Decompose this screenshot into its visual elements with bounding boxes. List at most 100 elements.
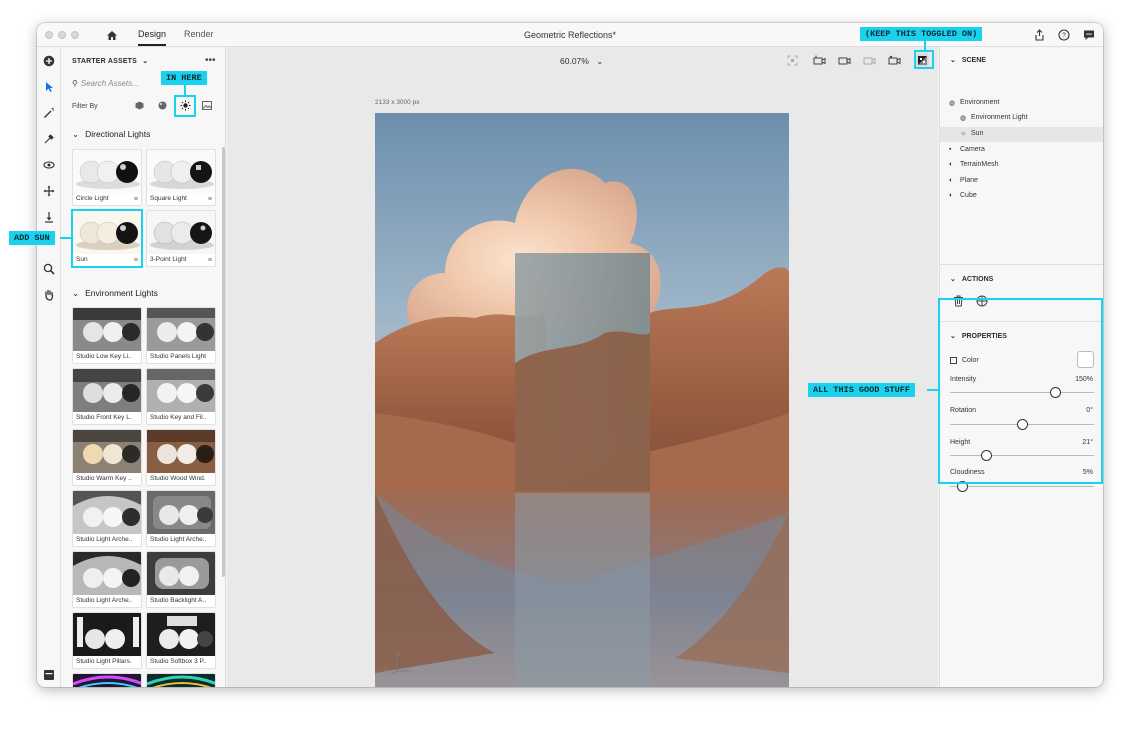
eyedropper-icon[interactable] — [41, 131, 57, 147]
callout-highlight-sun — [71, 209, 143, 268]
section-directional-lights[interactable]: ⌄ Directional Lights — [72, 129, 150, 140]
magic-wand-icon[interactable] — [41, 105, 57, 121]
axis-y-label: Y — [396, 653, 400, 659]
share-icon[interactable] — [1032, 28, 1046, 42]
frame-icon[interactable] — [785, 53, 799, 67]
tile-label: Studio Front Key L... — [76, 414, 132, 421]
search-placeholder: Search Assets... — [80, 79, 139, 88]
section-environment-lights[interactable]: ⌄ Environment Lights — [72, 288, 158, 299]
canvas-dimensions: 2133 x 3000 px — [375, 99, 420, 106]
move-tool-icon[interactable] — [41, 183, 57, 199]
tile-label: Studio Low Key Li... — [76, 353, 132, 360]
cloudiness-slider[interactable] — [950, 481, 1094, 492]
zoom-tool-icon[interactable] — [41, 261, 57, 277]
square-light-thumbnail — [147, 150, 215, 193]
chevron-down-icon: ⌄ — [950, 57, 956, 64]
environment-light-thumbnail — [73, 674, 141, 687]
filter-materials-icon[interactable] — [156, 99, 169, 112]
environment-light-thumbnail — [147, 430, 215, 473]
adjust-icon[interactable]: ≡ — [208, 196, 212, 203]
select-tool-icon[interactable] — [41, 79, 57, 95]
assets-scrollbar[interactable] — [222, 147, 225, 577]
more-options-icon[interactable]: ••• — [205, 55, 216, 66]
tile-label: Studio Key and Fil... — [150, 414, 206, 421]
asset-tile-env-partial[interactable] — [146, 673, 216, 687]
asset-tile-env[interactable]: Studio Front Key L... — [72, 368, 142, 425]
asset-tile-env[interactable]: Studio Panels Light — [146, 307, 216, 364]
scene-item-plane[interactable]: ◐ Plane — [940, 174, 1103, 189]
divider — [940, 264, 1103, 265]
filter-models-icon[interactable] — [133, 99, 146, 112]
mesh-icon: ◐ — [949, 192, 954, 199]
starter-assets-panel: STARTER ASSETS ⌄ ••• ⚲ Search Assets... F… — [62, 47, 226, 687]
adjust-icon[interactable]: ≡ — [134, 196, 138, 203]
globe-icon: ◍ — [949, 100, 956, 107]
environment-light-thumbnail — [73, 308, 141, 351]
help-icon[interactable]: ? — [1057, 28, 1071, 42]
section-title: Directional Lights — [85, 129, 151, 139]
sun-icon: ☼ — [960, 130, 967, 137]
asset-tile-env[interactable]: Studio Low Key Li... — [72, 307, 142, 364]
hand-tool-icon[interactable] — [41, 287, 57, 303]
scene-header[interactable]: ⌄ SCENE — [950, 56, 986, 64]
scene-item-camera[interactable]: ▪ Camera — [940, 143, 1103, 158]
asset-tile-env[interactable]: Studio Light Arche... — [72, 551, 142, 608]
camera-bookmark-icon[interactable] — [837, 53, 851, 67]
scene-item-label: Cube — [960, 192, 977, 199]
tile-label: Studio Light Arche... — [76, 536, 132, 543]
asset-tile-circle-light[interactable]: Circle Light ≡ — [72, 149, 142, 206]
scene-item-environment[interactable]: ◍ Environment — [940, 96, 1103, 111]
callout-highlight-properties — [938, 298, 1103, 484]
asset-tile-env[interactable]: Studio Wood Wind... — [146, 429, 216, 486]
scene-item-label: Environment — [960, 99, 1000, 106]
environment-light-thumbnail — [73, 613, 141, 656]
add-icon[interactable] — [41, 53, 57, 69]
panel-toggle-icon[interactable] — [41, 667, 57, 683]
asset-tile-3-point-light[interactable]: 3-Point Light ≡ — [146, 210, 216, 267]
environment-light-thumbnail — [73, 369, 141, 412]
scene-item-sun[interactable]: ☼ Sun — [940, 127, 1103, 142]
callout-highlight-toggle — [914, 50, 934, 69]
mesh-icon: ◐ — [949, 177, 954, 184]
tile-label: Studio Light Arche... — [150, 536, 206, 543]
filter-images-icon[interactable] — [200, 99, 213, 112]
environment-light-thumbnail — [147, 613, 215, 656]
actions-title: ACTIONS — [961, 276, 994, 283]
drop-to-ground-icon[interactable] — [41, 209, 57, 225]
tile-label: Studio Backlight A... — [150, 597, 206, 604]
assets-header[interactable]: STARTER ASSETS ⌄ — [72, 57, 148, 65]
orbit-tool-icon[interactable] — [41, 157, 57, 173]
camera-history-icon[interactable] — [862, 53, 876, 67]
asset-tile-env[interactable]: Studio Key and Fil... — [146, 368, 216, 425]
scene-item-cube[interactable]: ◐ Cube — [940, 189, 1103, 204]
search-assets-input[interactable]: ⚲ Search Assets... — [72, 79, 139, 88]
tile-label: Circle Light — [76, 195, 109, 202]
tool-bar — [37, 47, 61, 687]
feedback-icon[interactable] — [1082, 28, 1096, 42]
callout-filter: IN HERE — [161, 71, 207, 85]
scene-item-label: Sun — [971, 130, 984, 137]
environment-light-thumbnail — [73, 430, 141, 473]
asset-tile-env[interactable]: Studio Light Arche... — [146, 490, 216, 547]
adjust-icon[interactable]: ≡ — [208, 257, 212, 264]
asset-tile-square-light[interactable]: Square Light ≡ — [146, 149, 216, 206]
asset-tile-env[interactable]: Studio Softbox 3 P... — [146, 612, 216, 669]
asset-tile-env[interactable]: Studio Backlight A... — [146, 551, 216, 608]
callout-line — [184, 85, 186, 95]
zoom-dropdown[interactable]: 60.07% ⌄ — [560, 56, 603, 67]
circle-light-thumbnail — [73, 150, 141, 193]
camera-settings-icon[interactable] — [887, 53, 901, 67]
render-preview-image — [375, 113, 789, 687]
axis-x-label: X — [405, 667, 409, 673]
scene-item-environment-light[interactable]: ◍ Environment Light — [940, 111, 1103, 126]
asset-tile-env[interactable]: Studio Warm Key ... — [72, 429, 142, 486]
tile-label: Studio Panels Light — [150, 353, 206, 360]
camera-view-icon[interactable] — [812, 53, 826, 67]
asset-tile-env-partial[interactable] — [72, 673, 142, 687]
chevron-down-icon: ⌄ — [142, 58, 149, 65]
asset-tile-env[interactable]: Studio Light Pillars... — [72, 612, 142, 669]
scene-item-terrainmesh[interactable]: ◐ TerrainMesh — [940, 158, 1103, 173]
actions-header[interactable]: ⌄ ACTIONS — [950, 275, 993, 283]
filter-label: Filter By — [72, 103, 98, 110]
asset-tile-env[interactable]: Studio Light Arche... — [72, 490, 142, 547]
